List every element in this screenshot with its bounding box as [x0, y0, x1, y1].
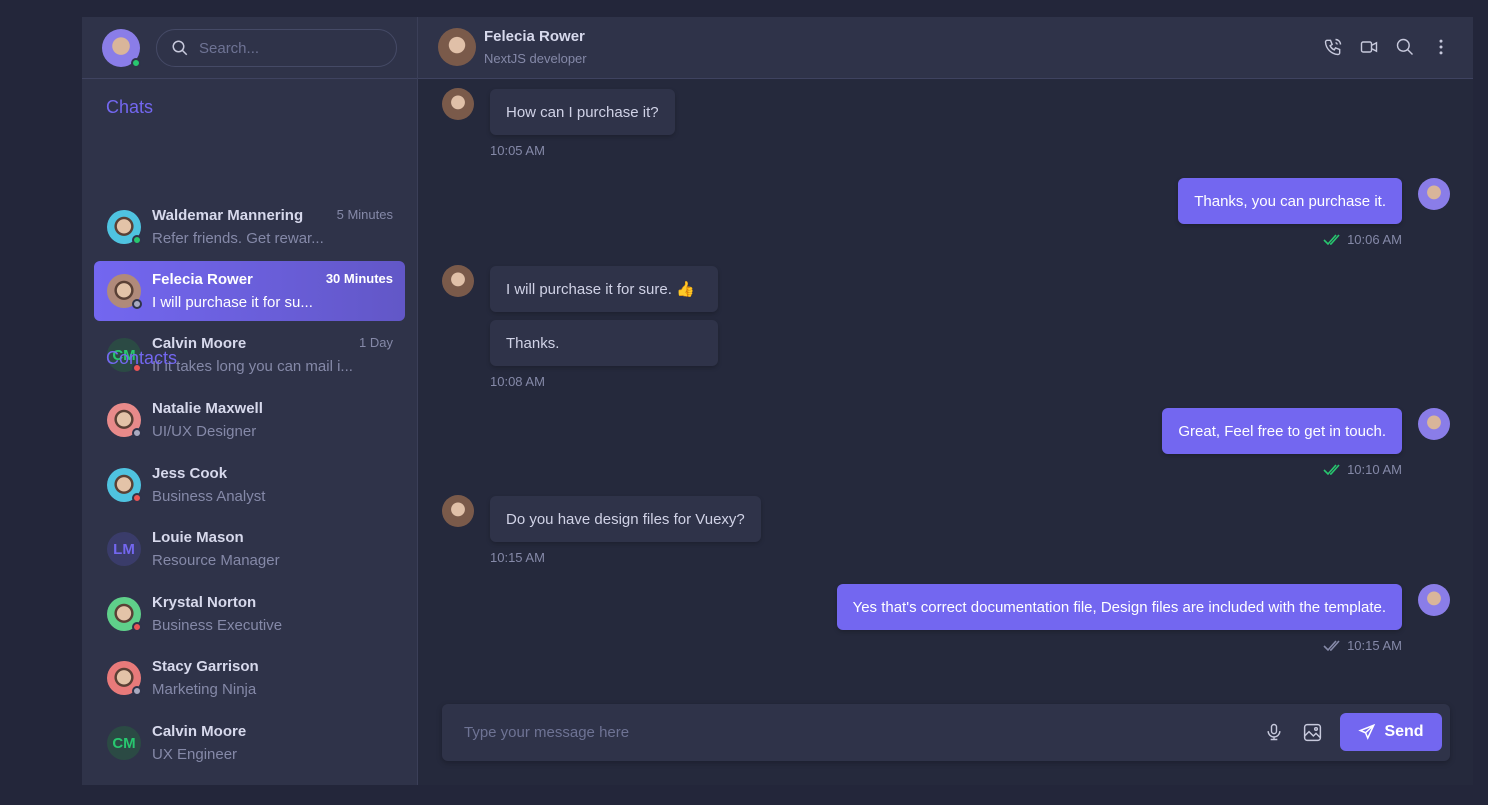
- send-icon: [1358, 723, 1376, 740]
- contact-name: Stacy Garrison: [152, 658, 259, 676]
- status-dot: [132, 492, 142, 503]
- chat-time: 5 Minutes: [336, 207, 393, 222]
- status-dot: [132, 686, 142, 697]
- message-time: 10:10 AM: [1323, 462, 1402, 477]
- contact-name: Natalie Maxwell: [152, 400, 263, 417]
- contact-name: Jess Cook: [152, 464, 228, 482]
- contact-name: Felecia Rower: [484, 28, 585, 45]
- my-avatar: [1418, 408, 1450, 440]
- avatar: CM: [107, 726, 141, 760]
- video-call-icon[interactable]: [1359, 37, 1379, 57]
- avatar: LM: [107, 532, 141, 567]
- sender-avatar: [442, 88, 474, 120]
- chat-time: 1 Day: [359, 335, 393, 350]
- contact-role: Business Analyst: [152, 487, 266, 505]
- contact-name: Krystal Norton: [152, 593, 257, 611]
- search-box[interactable]: Search...: [156, 29, 397, 67]
- send-button[interactable]: Send: [1340, 713, 1442, 751]
- avatar: [107, 274, 142, 309]
- avatar: [107, 661, 142, 697]
- search-icon: [172, 40, 188, 56]
- message-composer: Send: [442, 704, 1450, 761]
- message-time: 10:05 AM: [490, 143, 545, 158]
- incoming-message: Do you have design files for Vuexy?: [490, 496, 761, 542]
- outgoing-message: Thanks, you can purchase it.: [1178, 178, 1402, 224]
- outgoing-message: Yes that's correct documentation file, D…: [836, 584, 1402, 630]
- phone-call-icon[interactable]: [1323, 37, 1343, 57]
- chat-item[interactable]: Felecia Rower 30 Minutes I will purchase…: [94, 261, 405, 321]
- avatar: [107, 210, 142, 245]
- incoming-message: I will purchase it for sure. 👍: [490, 266, 718, 312]
- contact-role: UI/UX Designer: [152, 423, 257, 440]
- outgoing-message: Great, Feel free to get in touch.: [1162, 408, 1402, 454]
- message-time: 10:15 AM: [490, 550, 545, 565]
- contact-item[interactable]: CM Calvin Moore UX Engineer: [94, 713, 405, 773]
- incoming-message: Thanks.: [490, 320, 718, 366]
- message-time: 10:08 AM: [490, 374, 545, 389]
- contact-item[interactable]: Jess Cook Business Analyst: [94, 455, 405, 515]
- my-avatar: [1418, 584, 1450, 616]
- chat-preview: If it takes long you can mail i...: [152, 358, 353, 375]
- avatar: [107, 403, 142, 438]
- chats-heading: Chats: [106, 97, 154, 117]
- chat-name: Felecia Rower: [152, 271, 253, 288]
- contact-avatar[interactable]: [438, 28, 476, 66]
- contact-item[interactable]: Krystal Norton Business Executive: [94, 584, 405, 644]
- chat-time: 30 Minutes: [325, 271, 393, 286]
- contact-role: Business Executive: [152, 616, 283, 634]
- status-dot: [132, 235, 142, 245]
- sender-avatar: [442, 495, 474, 527]
- my-avatar: [1418, 178, 1450, 210]
- contacts-heading: Contacts: [106, 348, 178, 368]
- contact-role: UX Engineer: [152, 746, 238, 763]
- more-vertical-icon[interactable]: [1431, 37, 1451, 57]
- contact-name: Calvin Moore: [152, 723, 247, 740]
- message-input[interactable]: [442, 704, 1242, 761]
- contact-item[interactable]: Stacy Garrison Marketing Ninja: [94, 648, 405, 708]
- microphone-icon[interactable]: [1264, 722, 1284, 742]
- status-dot: [132, 428, 142, 438]
- my-avatar[interactable]: [102, 29, 141, 68]
- avatar: [107, 596, 142, 632]
- double-check-icon: [1323, 639, 1340, 651]
- contact-name: Louie Mason: [152, 529, 244, 547]
- message-area: How can I purchase it? 10:05 AM Thanks, yo…: [418, 79, 1473, 785]
- contact-item[interactable]: LM Louie Mason Resource Manager: [94, 519, 405, 579]
- message-time: 10:15 AM: [1323, 638, 1402, 653]
- status-dot: [132, 299, 142, 309]
- send-label: Send: [1384, 723, 1424, 740]
- image-icon[interactable]: [1302, 722, 1323, 743]
- chat-name: Waldemar Mannering: [152, 207, 304, 224]
- status-dot: [132, 621, 142, 632]
- chat-item[interactable]: Waldemar Mannering 5 Minutes Refer frien…: [94, 197, 405, 257]
- chat-header: Felecia Rower NextJS developer: [418, 17, 1473, 79]
- contact-role: Resource Manager: [152, 552, 280, 570]
- search-icon[interactable]: [1395, 37, 1415, 57]
- chat-preview: I will purchase it for su...: [152, 294, 313, 311]
- sender-avatar: [442, 265, 474, 297]
- message-time: 10:06 AM: [1323, 232, 1402, 247]
- sidebar-header: Search...: [82, 17, 417, 79]
- search-placeholder: Search...: [199, 39, 260, 57]
- double-check-icon: [1323, 233, 1340, 245]
- avatar: [107, 467, 142, 503]
- contact-role: NextJS developer: [484, 51, 587, 66]
- incoming-message: How can I purchase it?: [490, 89, 675, 135]
- sidebar: Search... Chats Waldemar Mannering 5 Min…: [82, 17, 418, 785]
- contact-role: Marketing Ninja: [152, 681, 257, 699]
- double-check-icon: [1323, 463, 1340, 475]
- contact-item[interactable]: Natalie Maxwell UI/UX Designer: [94, 390, 405, 450]
- chat-preview: Refer friends. Get rewar...: [152, 230, 324, 247]
